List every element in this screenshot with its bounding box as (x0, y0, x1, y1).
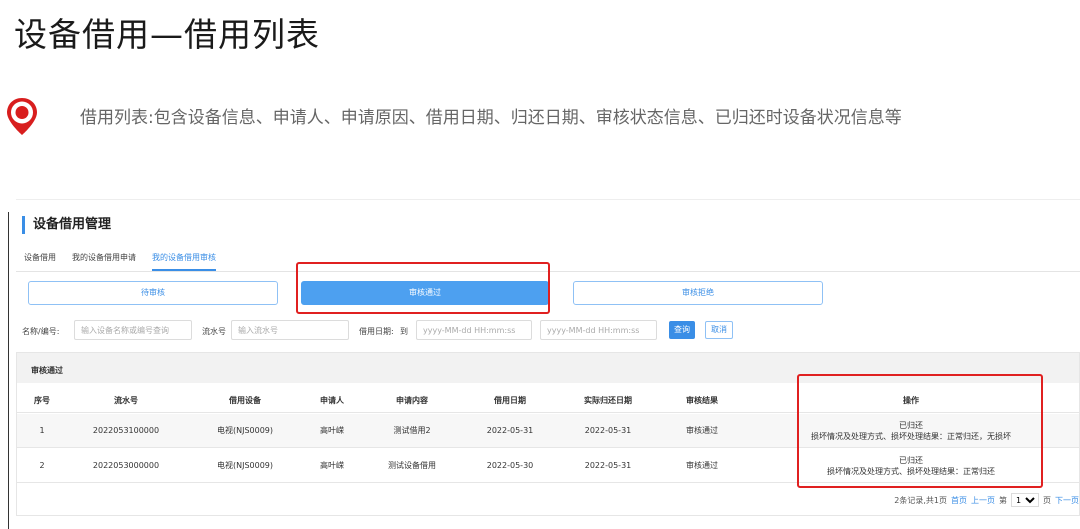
cell-applicant: 高叶嵘 (320, 426, 344, 435)
filter-bar: 名称/编号: 流水号 借用日期: 到 查询 取消 (16, 319, 1080, 343)
review-approved-button[interactable]: 审核通过 (301, 281, 549, 305)
cell-content: 测试设备借用 (388, 461, 436, 470)
col-borrow-date: 借用日期 (494, 396, 526, 405)
page-prefix: 第 (999, 495, 1007, 505)
tab-device-borrow[interactable]: 设备借用 (24, 252, 56, 263)
tab-bar: 设备借用 我的设备借用申请 我的设备借用审核 (16, 246, 1080, 272)
date-start-input[interactable] (416, 320, 532, 340)
left-edge-line (8, 212, 9, 529)
page-suffix: 页 (1043, 495, 1051, 505)
pending-review-button[interactable]: 待审核 (28, 281, 278, 305)
col-operation: 操作 (903, 396, 919, 405)
cell-result: 审核通过 (686, 426, 718, 435)
date-end-input[interactable] (540, 320, 657, 340)
page-select[interactable]: 1 (1011, 493, 1039, 507)
screenshot-panel: 设备借用管理 设备借用 我的设备借用申请 我的设备借用审核 待审核 审核通过 审… (16, 199, 1080, 529)
cell-return-date: 2022-05-31 (584, 426, 632, 435)
col-device: 借用设备 (229, 396, 261, 405)
col-result: 审核结果 (686, 396, 718, 405)
table-row[interactable]: 1 2022053100000 电视(NJS0009) 高叶嵘 测试借用2 20… (17, 414, 1079, 448)
table-row[interactable]: 2 2022053000000 电视(NJS0009) 高叶嵘 测试设备借用 2… (17, 449, 1079, 483)
cell-return-date: 2022-05-31 (584, 461, 632, 470)
name-label: 名称/编号: (22, 327, 60, 336)
op-detail: 损坏情况及处理方式、损坏处理结果：正常归还，无损坏 (811, 431, 1011, 441)
col-serial: 流水号 (114, 396, 138, 405)
table-header-row: 序号 流水号 借用设备 申请人 申请内容 借用日期 实际归还日期 审核结果 操作 (17, 389, 1079, 413)
serial-input[interactable] (231, 320, 349, 340)
cell-result: 审核通过 (686, 461, 718, 470)
slide-title: 设备借用—借用列表 (14, 15, 320, 54)
borrow-table: 审核通过 序号 流水号 借用设备 申请人 申请内容 借用日期 实际归还日期 审核… (16, 352, 1080, 516)
cell-operation: 已归还 损坏情况及处理方式、损坏处理结果：正常归还，无损坏 (743, 414, 1079, 447)
prev-page-link[interactable]: 上一页 (971, 495, 995, 506)
date-label: 借用日期: (359, 327, 394, 336)
op-status: 已归还 (899, 455, 923, 465)
cell-serial: 2022053000000 (92, 461, 160, 470)
cell-borrow-date: 2022-05-31 (486, 426, 534, 435)
cell-no: 2 (39, 461, 45, 470)
col-return-date: 实际归还日期 (584, 396, 632, 405)
slide-description: 借用列表:包含设备信息、申请人、申请原因、借用日期、归还日期、审核状态信息、已归… (80, 108, 902, 128)
serial-label: 流水号 (202, 327, 226, 336)
location-pin-icon (7, 98, 37, 135)
tab-my-borrow-requests[interactable]: 我的设备借用申请 (72, 252, 136, 263)
cell-device: 电视(NJS0009) (216, 426, 274, 435)
date-to-label: 到 (400, 327, 408, 336)
cell-no: 1 (39, 426, 45, 435)
op-detail: 损坏情况及处理方式、损坏处理结果：正常归还 (827, 466, 995, 476)
pagination: 2条记录,共1页 首页 上一页 第 1 页 下一页 (894, 493, 1079, 507)
review-rejected-button[interactable]: 审核拒绝 (573, 281, 823, 305)
cell-device: 电视(NJS0009) (216, 461, 274, 470)
col-no: 序号 (34, 396, 50, 405)
cell-applicant: 高叶嵘 (320, 461, 344, 470)
name-search-input[interactable] (74, 320, 192, 340)
table-section-title: 审核通过 (17, 353, 1079, 383)
panel-title: 设备借用管理 (22, 216, 111, 234)
pager-summary: 2条记录,共1页 (894, 495, 947, 505)
cell-operation: 已归还 损坏情况及处理方式、损坏处理结果：正常归还 (743, 449, 1079, 482)
tab-my-borrow-reviews[interactable]: 我的设备借用审核 (152, 252, 216, 271)
cell-content: 测试借用2 (393, 426, 431, 435)
op-status: 已归还 (899, 420, 923, 430)
first-page-link[interactable]: 首页 (951, 495, 967, 506)
search-button[interactable]: 查询 (669, 321, 695, 339)
next-page-link[interactable]: 下一页 (1055, 495, 1079, 506)
col-content: 申请内容 (396, 396, 428, 405)
cell-serial: 2022053100000 (92, 426, 160, 435)
col-applicant: 申请人 (320, 396, 344, 405)
cancel-button[interactable]: 取消 (705, 321, 733, 339)
cell-borrow-date: 2022-05-30 (486, 461, 534, 470)
